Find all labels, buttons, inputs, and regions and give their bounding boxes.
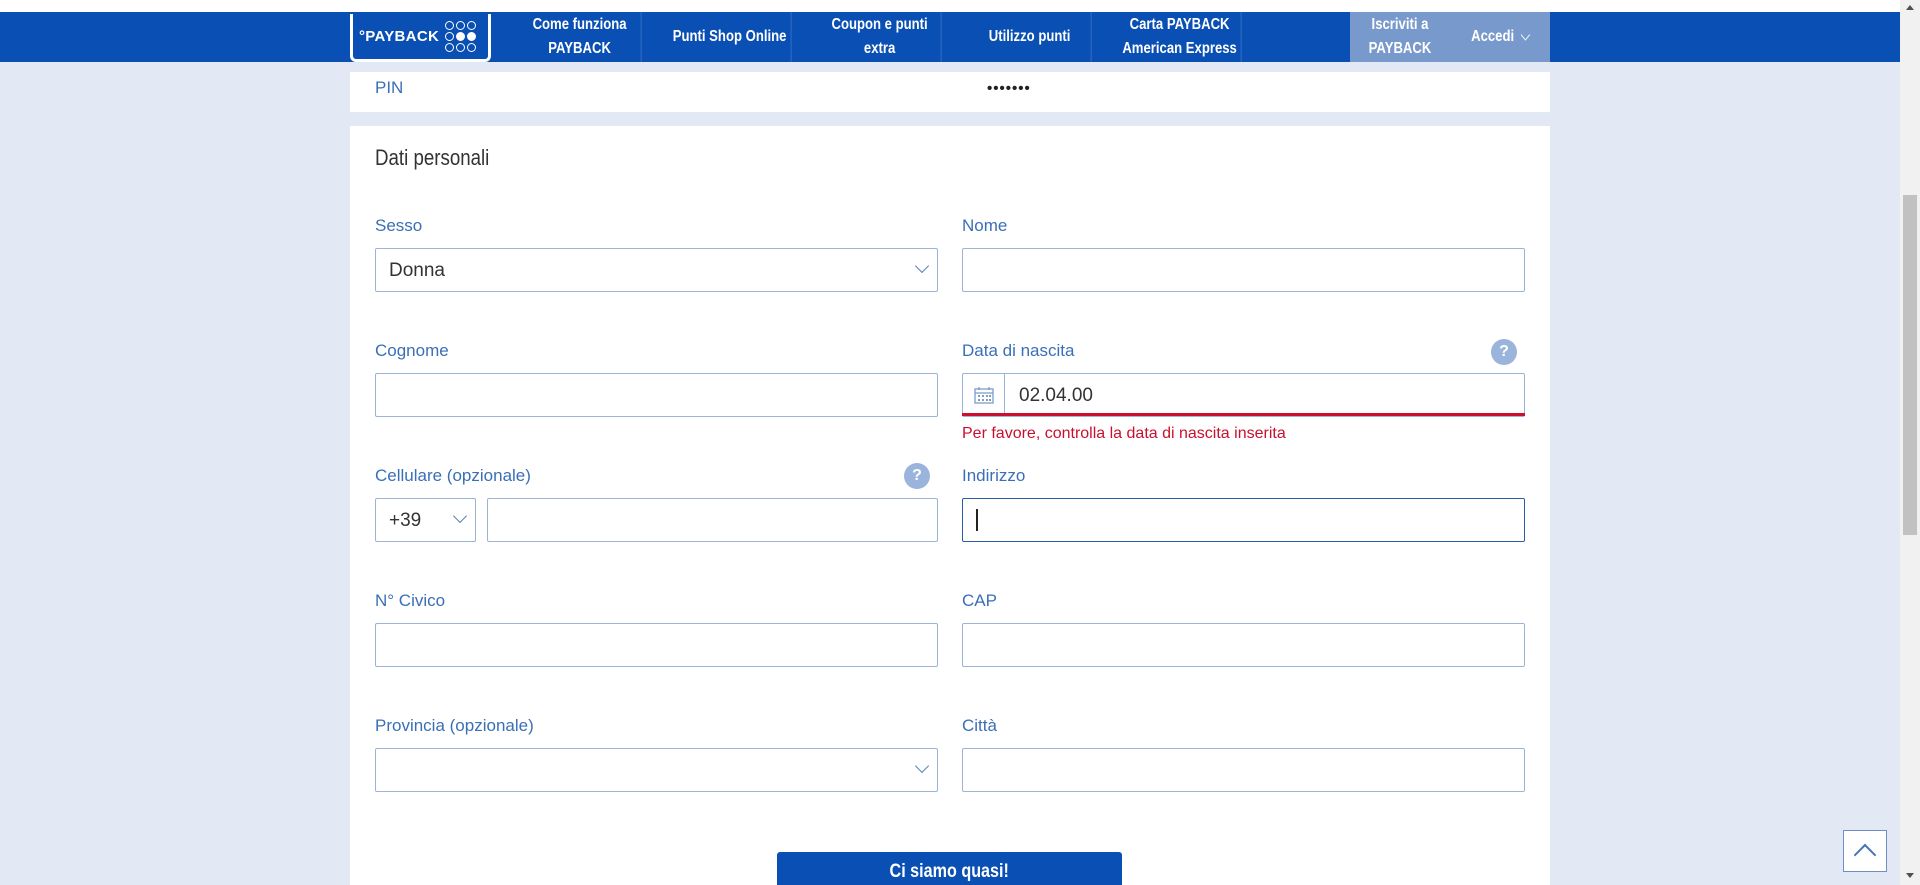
citta-label: Città <box>962 716 997 735</box>
cellulare-label: Cellulare (opzionale) <box>375 466 531 485</box>
logo-dots-icon <box>445 21 477 52</box>
nav-item-label: Coupon e punti extra <box>831 16 928 57</box>
nav-item-label: Carta PAYBACK <box>1129 16 1230 33</box>
chevron-down-icon <box>914 758 930 774</box>
cellulare-field[interactable] <box>487 498 938 542</box>
nome-field[interactable] <box>962 248 1525 292</box>
prefix-value: +39 <box>389 510 422 531</box>
indirizzo-label: Indirizzo <box>962 466 1026 485</box>
signup-link[interactable]: Iscriviti a PAYBACK <box>1359 12 1441 62</box>
indirizzo-field[interactable] <box>962 498 1525 542</box>
pin-label: PIN <box>375 78 404 97</box>
logo-text: °PAYBACK <box>359 28 440 45</box>
chevron-down-icon <box>452 508 468 524</box>
top-strip <box>0 0 1900 12</box>
scroll-up-arrow-icon[interactable] <box>1906 5 1914 10</box>
civico-field[interactable] <box>375 623 938 667</box>
data-nascita-value: 02.04.00 <box>1019 385 1093 406</box>
scroll-down-arrow-icon[interactable] <box>1906 873 1914 878</box>
nav-item-label: PAYBACK <box>548 40 611 57</box>
cap-label: CAP <box>962 591 997 610</box>
main-navbar <box>0 12 1900 62</box>
prefix-select[interactable]: +39 <box>375 498 476 542</box>
nav-item-come-funziona[interactable]: Come funziona PAYBACK <box>519 12 642 62</box>
signup-label: PAYBACK <box>1368 40 1432 57</box>
data-nascita-field[interactable]: 02.04.00 <box>962 373 1525 417</box>
login-button[interactable]: Accedi <box>1459 12 1541 62</box>
nome-label: Nome <box>962 216 1008 235</box>
nav-item-carta-amex[interactable]: Carta PAYBACK American Express <box>1119 12 1242 62</box>
data-nascita-label: Data di nascita <box>962 341 1075 360</box>
cognome-label: Cognome <box>375 341 449 360</box>
provincia-select[interactable] <box>375 748 938 792</box>
pin-value: ••••••• <box>987 80 1031 97</box>
chevron-down-icon <box>1520 29 1531 41</box>
civico-label: N° Civico <box>375 591 446 610</box>
data-nascita-error: Per favore, controlla la data di nascita… <box>962 425 1286 442</box>
cognome-field[interactable] <box>375 373 938 417</box>
chevron-down-icon <box>914 258 930 274</box>
nav-item-coupon[interactable]: Coupon e punti extra <box>819 12 942 62</box>
citta-field[interactable] <box>962 748 1525 792</box>
help-icon[interactable]: ? <box>1491 339 1517 365</box>
calendar-icon[interactable] <box>963 374 1005 416</box>
nav-item-utilizzo-punti[interactable]: Utilizzo punti <box>969 12 1092 62</box>
nav-item-punti-shop-online[interactable]: Punti Shop Online <box>669 12 792 62</box>
error-underline <box>962 413 1525 416</box>
submit-label: Ci siamo quasi! <box>889 861 1010 882</box>
sesso-value: Donna <box>389 260 445 281</box>
nav-item-label: Utilizzo punti <box>988 28 1071 45</box>
scrollbar-thumb[interactable] <box>1903 195 1917 535</box>
sesso-select[interactable]: Donna <box>375 248 938 292</box>
login-label: Accedi <box>1471 28 1515 45</box>
provincia-label: Provincia (opzionale) <box>375 716 534 735</box>
nav-item-label: American Express <box>1122 40 1237 57</box>
back-to-top-button[interactable] <box>1843 830 1887 872</box>
signup-label: Iscriviti a <box>1371 16 1429 33</box>
nav-item-label: Come funziona <box>532 16 627 33</box>
sesso-label: Sesso <box>375 216 423 235</box>
section-title: Dati personali <box>375 145 490 170</box>
chevron-up-icon <box>1853 843 1877 867</box>
help-icon[interactable]: ? <box>904 463 930 489</box>
submit-button[interactable]: Ci siamo quasi! <box>777 852 1122 885</box>
cap-field[interactable] <box>962 623 1525 667</box>
payback-logo[interactable]: °PAYBACK <box>350 14 491 62</box>
nav-account-area: Iscriviti a PAYBACK Accedi <box>1350 12 1550 62</box>
pin-card <box>350 72 1550 112</box>
nav-item-label: Punti Shop Online <box>672 28 787 45</box>
text-caret <box>976 509 978 531</box>
